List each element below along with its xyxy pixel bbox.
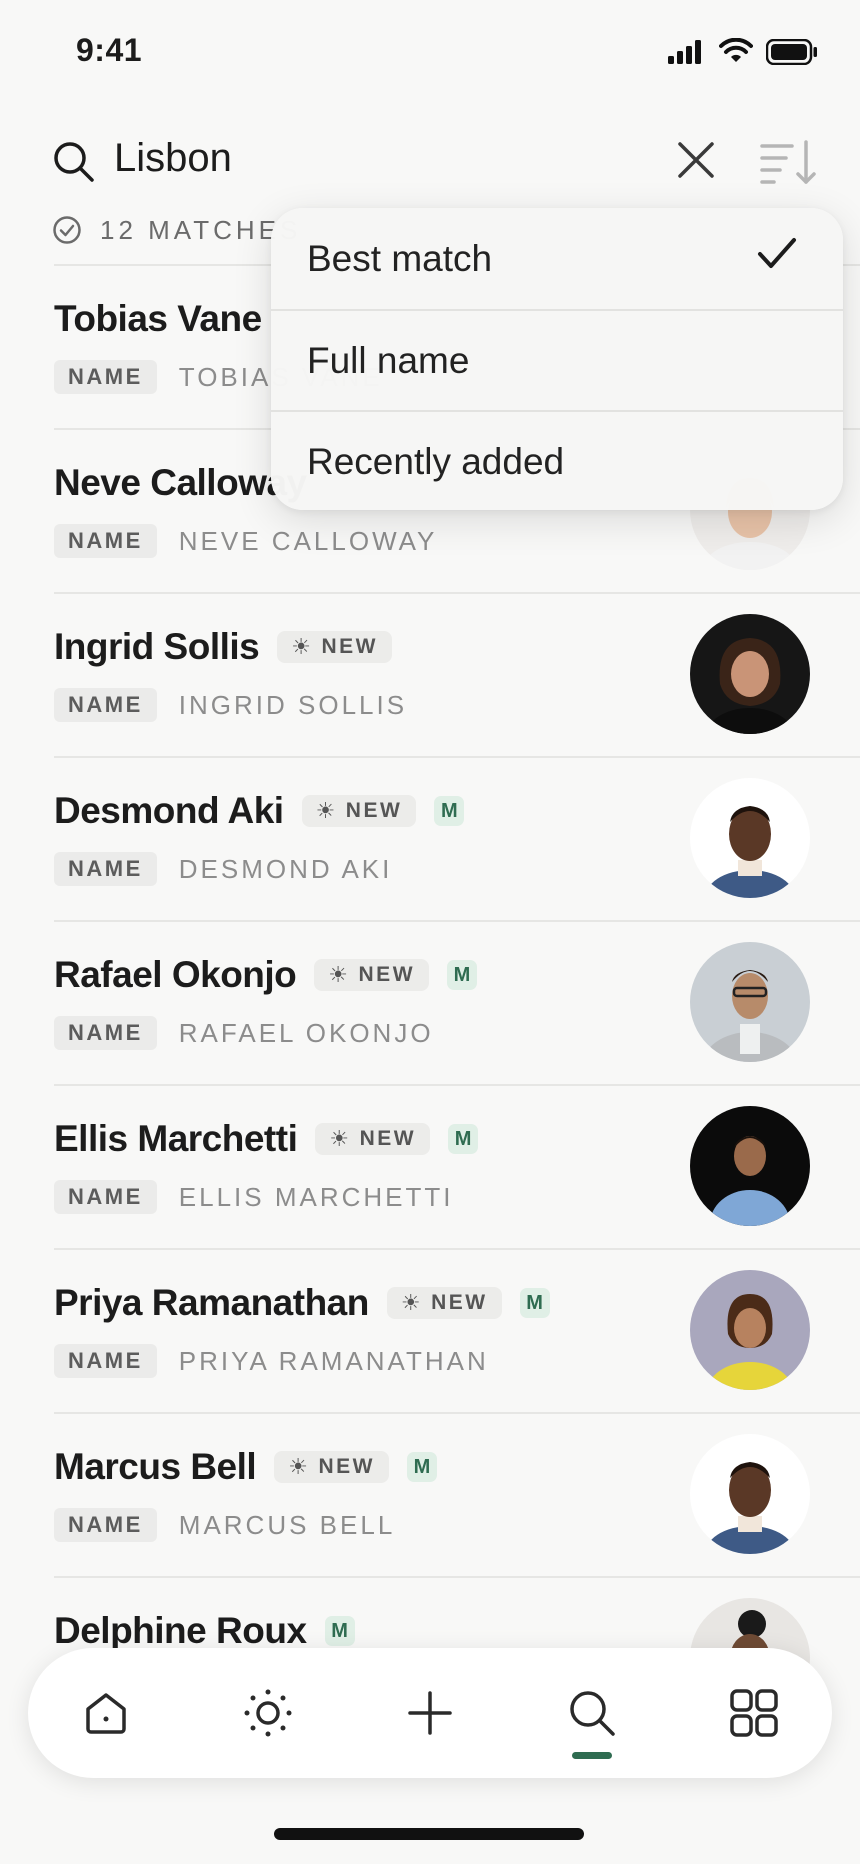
list-item[interactable]: Priya Ramanathan ☀ NEW M NAME PRIYA RAMAN… (54, 1248, 860, 1412)
checkmark-icon (758, 238, 796, 268)
tab-search[interactable] (557, 1678, 627, 1748)
list-item[interactable]: Rafael Okonjo ☀ NEW M NAME RAFAEL OKONJO (54, 920, 860, 1084)
sort-icon[interactable] (758, 138, 818, 186)
sort-option-label: Full name (307, 339, 470, 381)
name-tag: NAME (54, 1016, 157, 1050)
check-circle-icon (53, 216, 81, 244)
contact-subname: PRIYA RAMANATHAN (178, 1345, 489, 1376)
tab-discover[interactable] (233, 1678, 303, 1748)
avatar (690, 1106, 810, 1226)
contact-subname: RAFAEL OKONJO (178, 1017, 434, 1048)
clear-search-icon[interactable] (672, 136, 720, 184)
search-bar[interactable]: Lisbon (0, 132, 860, 202)
contact-name: Tobias Vane (54, 298, 262, 339)
sort-option-best-match[interactable]: Best match (271, 208, 843, 309)
tab-add[interactable] (395, 1678, 465, 1748)
sun-icon: ☀ (315, 798, 338, 823)
sort-menu: Best match Full name Recently added (271, 208, 843, 510)
contact-subname: INGRID SOLLIS (178, 689, 408, 720)
name-tag: NAME (54, 1344, 157, 1378)
sort-option-recently-added[interactable]: Recently added (271, 410, 843, 510)
new-badge: ☀ NEW (301, 795, 417, 827)
name-tag: NAME (54, 852, 157, 886)
list-item[interactable]: Ellis Marchetti ☀ NEW M NAME ELLIS MARCHE… (54, 1084, 860, 1248)
contact-name: Marcus Bell (54, 1446, 257, 1487)
new-badge: ☀ NEW (277, 631, 392, 663)
name-tag: NAME (54, 1508, 157, 1542)
m-badge: M (324, 1616, 355, 1646)
avatar (690, 1270, 810, 1390)
sun-icon: ☀ (329, 1126, 352, 1151)
name-tag: NAME (54, 688, 157, 722)
plus-icon (408, 1691, 452, 1735)
grid-icon (730, 1689, 778, 1737)
m-badge: M (448, 1124, 479, 1154)
sort-option-label: Recently added (307, 440, 565, 482)
m-badge: M (519, 1288, 550, 1318)
name-tag: NAME (54, 360, 157, 394)
name-tag: NAME (54, 1180, 157, 1214)
contact-subname: DESMOND AKI (178, 853, 393, 884)
tab-bar (28, 1648, 832, 1778)
contact-subname: ELLIS MARCHETTI (178, 1181, 454, 1212)
contact-name: Delphine Roux (54, 1610, 307, 1651)
list-item[interactable]: Ingrid Sollis ☀ NEW NAME INGRID SOLLIS (54, 592, 860, 756)
sort-option-label: Best match (307, 237, 493, 279)
contact-subname: MARCUS BELL (178, 1509, 396, 1540)
sort-option-full-name[interactable]: Full name (271, 309, 843, 410)
status-time: 9:41 (76, 32, 143, 68)
name-tag: NAME (54, 524, 157, 558)
new-badge: ☀ NEW (274, 1451, 389, 1483)
list-item[interactable]: Marcus Bell ☀ NEW M NAME MARCUS BELL (54, 1412, 860, 1576)
search-input[interactable]: Lisbon (114, 136, 232, 181)
home-indicator (274, 1828, 584, 1840)
new-badge: ☀ NEW (386, 1287, 502, 1319)
match-count: 12 MATCHES (52, 212, 301, 248)
m-badge: M (434, 796, 465, 826)
search-icon (54, 142, 94, 182)
contact-name: Priya Ramanathan (54, 1282, 369, 1323)
avatar (690, 614, 810, 734)
contact-name: Desmond Aki (54, 790, 284, 831)
sun-icon: ☀ (288, 1454, 311, 1479)
sun-icon (244, 1689, 292, 1737)
list-item[interactable]: Desmond Aki ☀ NEW M NAME DESMOND AKI (54, 756, 860, 920)
contact-name: Ellis Marchetti (54, 1118, 298, 1159)
status-bar: 9:41 (0, 0, 860, 100)
home-icon (86, 1693, 126, 1734)
m-badge: M (447, 960, 478, 990)
m-badge: M (406, 1452, 437, 1482)
sun-icon: ☀ (291, 634, 314, 659)
contact-name: Ingrid Sollis (54, 626, 260, 667)
avatar (690, 942, 810, 1062)
cellular-signal-icon (668, 40, 701, 64)
avatar (690, 778, 810, 898)
search-icon (570, 1691, 615, 1736)
contact-name: Neve Calloway (54, 462, 307, 503)
sun-icon: ☀ (400, 1290, 424, 1315)
tab-more[interactable] (719, 1678, 789, 1748)
active-tab-indicator (572, 1752, 612, 1759)
tab-home[interactable] (71, 1678, 141, 1748)
sun-icon: ☀ (328, 962, 351, 987)
avatar (690, 1434, 810, 1554)
new-badge: ☀ NEW (315, 1123, 431, 1155)
wifi-icon (719, 38, 753, 62)
new-badge: ☀ NEW (314, 959, 430, 991)
battery-icon (766, 39, 817, 65)
contact-name: Rafael Okonjo (54, 954, 297, 995)
contact-subname: NEVE CALLOWAY (178, 525, 438, 556)
